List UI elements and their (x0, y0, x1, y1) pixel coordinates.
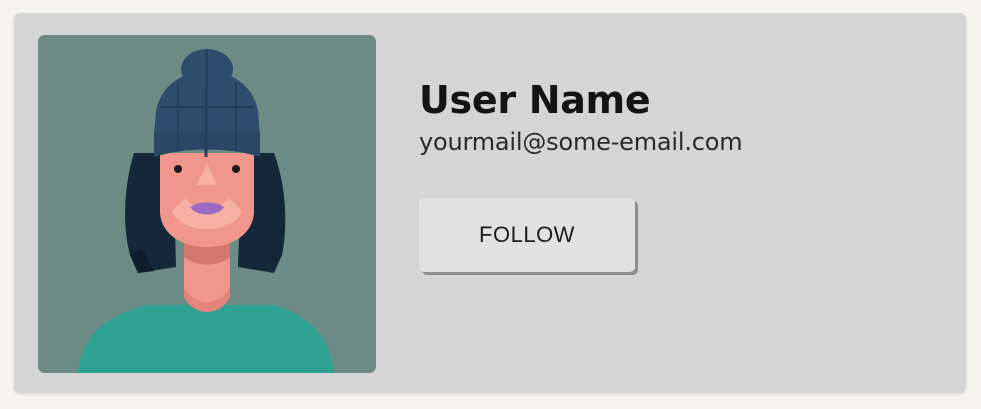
woman-avatar-icon (38, 35, 376, 373)
profile-card: User Name yourmail@some-email.com FOLLOW (14, 13, 966, 393)
user-name: User Name (419, 78, 651, 122)
user-email: yourmail@some-email.com (419, 128, 743, 156)
user-info: User Name yourmail@some-email.com (419, 75, 743, 157)
follow-button[interactable]: FOLLOW (419, 198, 635, 272)
avatar (38, 35, 376, 373)
